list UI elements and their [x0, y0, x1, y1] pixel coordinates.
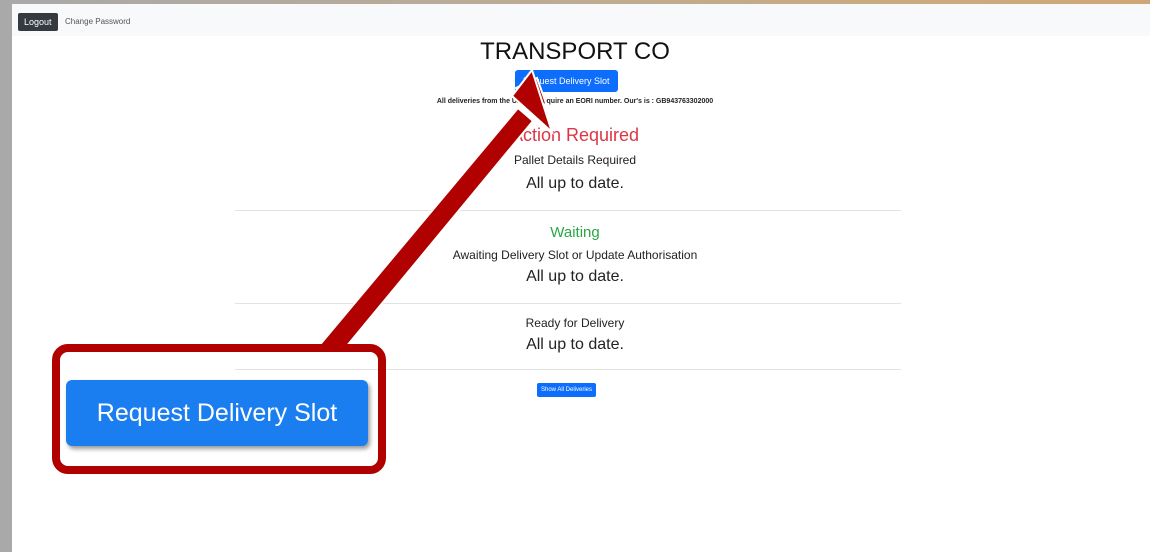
callout-request-delivery-slot-button: Request Delivery Slot [66, 380, 368, 446]
